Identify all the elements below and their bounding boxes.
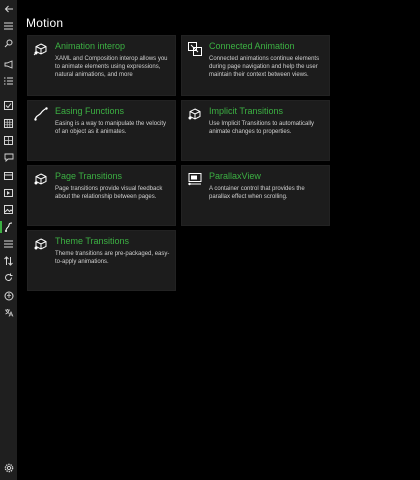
back-arrow-icon[interactable]: [1, 1, 16, 16]
page-transition-cube-icon: [33, 171, 49, 187]
card-animation-interop[interactable]: Animation interop XAML and Composition i…: [27, 35, 176, 96]
card-title: Connected Animation: [209, 41, 295, 51]
navigation-sidebar: [0, 0, 17, 480]
list-icon[interactable]: [1, 73, 16, 88]
card-easing-functions[interactable]: Easing Functions Easing is a way to mani…: [27, 100, 176, 161]
collection-icon[interactable]: [1, 133, 16, 148]
search-icon[interactable]: [1, 36, 16, 51]
card-title: Animation interop: [55, 41, 126, 51]
easing-curve-icon: [33, 106, 49, 122]
chat-bubble-icon[interactable]: [1, 150, 16, 165]
menu-lines-icon[interactable]: [1, 236, 16, 251]
card-description: Connected animations continue elements d…: [209, 56, 320, 78]
rotate-icon[interactable]: [1, 270, 16, 285]
hamburger-menu-icon[interactable]: [1, 18, 16, 33]
media-icon[interactable]: [1, 185, 16, 200]
animation-cube-icon: [33, 41, 49, 57]
card-description: Easing is a way to manipulate the veloci…: [55, 121, 167, 135]
card-title: Theme Transitions: [55, 236, 130, 246]
card-description: Page transitions provide visual feedback…: [55, 186, 163, 200]
language-icon[interactable]: [1, 305, 16, 320]
parallax-view-icon: [187, 171, 203, 187]
card-connected-animation[interactable]: Connected Animation Connected animations…: [181, 35, 330, 96]
card-description: XAML and Composition interop allows you …: [55, 56, 168, 78]
card-description: Theme transitions are pre-packaged, easy…: [55, 251, 170, 265]
card-description: Use Implicit Transitions to automaticall…: [209, 121, 315, 135]
card-implicit-transitions[interactable]: Implicit Transitions Use Implicit Transi…: [181, 100, 330, 161]
card-description: A container control that provides the pa…: [209, 186, 305, 200]
card-title: Easing Functions: [55, 106, 125, 116]
card-page-transitions[interactable]: Page Transitions Page transitions provid…: [27, 165, 176, 226]
sort-icon[interactable]: [1, 253, 16, 268]
settings-gear-icon[interactable]: [1, 460, 16, 475]
image-icon[interactable]: [1, 202, 16, 217]
theme-transition-cube-icon: [33, 236, 49, 252]
grid-icon[interactable]: [1, 116, 16, 131]
card-title: Page Transitions: [55, 171, 123, 181]
card-title: ParallaxView: [209, 171, 261, 181]
megaphone-icon[interactable]: [1, 57, 16, 72]
connected-animation-icon: [187, 41, 203, 57]
implicit-transition-cube-icon: [187, 106, 203, 122]
motion-icon[interactable]: [1, 219, 16, 234]
card-title: Implicit Transitions: [209, 106, 284, 116]
card-parallax-view[interactable]: ParallaxView A container control that pr…: [181, 165, 330, 226]
accessibility-icon[interactable]: [1, 288, 16, 303]
page-title: Motion: [26, 16, 64, 30]
card-theme-transitions[interactable]: Theme Transitions Theme transitions are …: [27, 230, 176, 291]
date-icon[interactable]: [1, 168, 16, 183]
checkbox-icon[interactable]: [1, 98, 16, 113]
